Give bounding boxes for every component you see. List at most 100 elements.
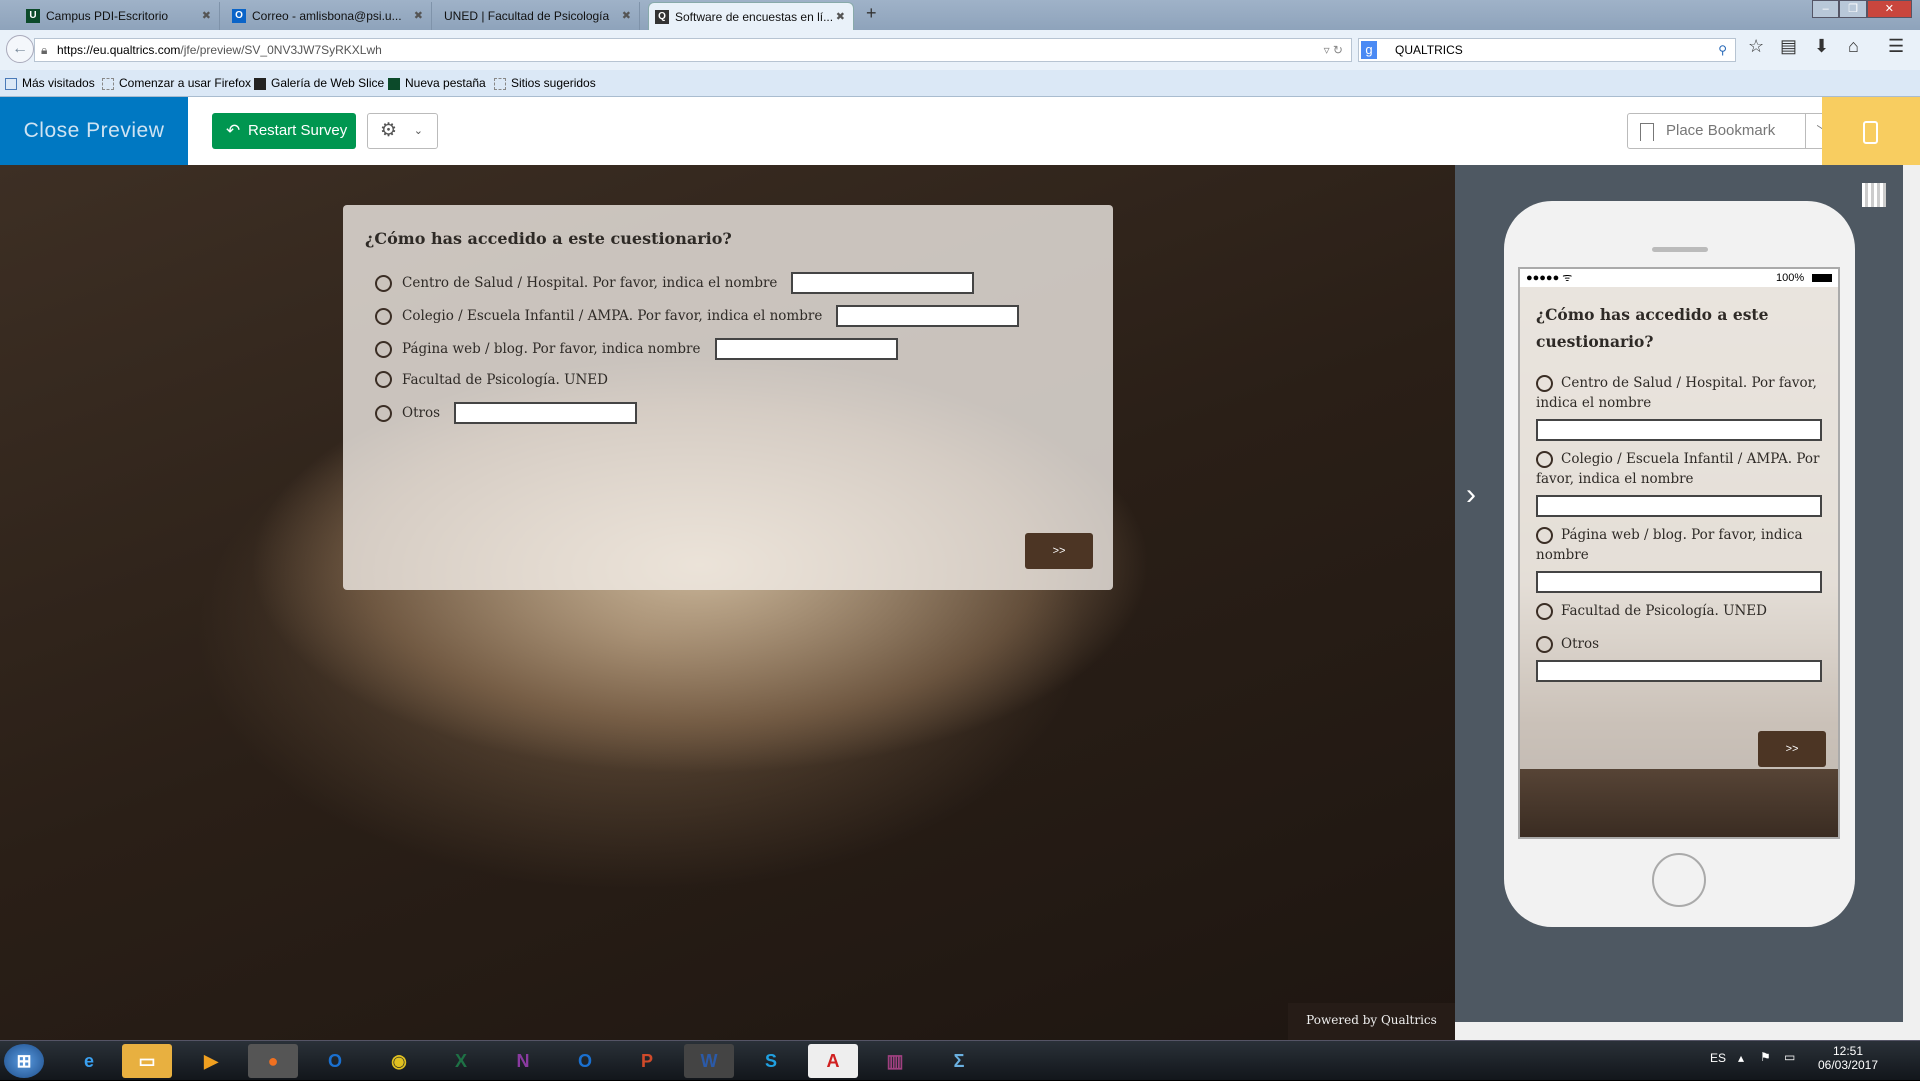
bookmark-web-slice[interactable]: Galería de Web Slice	[254, 70, 384, 96]
text-entry-input[interactable]	[1536, 660, 1822, 682]
close-tab-icon[interactable]: ✖	[414, 2, 423, 30]
outlook-icon-2[interactable]: O	[560, 1044, 610, 1078]
powered-by-qualtrics[interactable]: Powered by Qualtrics	[1288, 1003, 1455, 1040]
option-otros[interactable]: Otros	[1536, 634, 1826, 682]
close-preview-button[interactable]: Close Preview	[0, 97, 188, 165]
close-tab-icon[interactable]: ✖	[622, 2, 631, 30]
system-tray: ES ▴ ⚑ ▭ 12:51 06/03/2017	[1700, 1041, 1890, 1081]
acrobat-icon[interactable]: A	[808, 1044, 858, 1078]
text-entry-input[interactable]	[454, 402, 638, 424]
radio-button[interactable]	[1536, 636, 1553, 653]
winrar-icon[interactable]: ▥	[870, 1044, 920, 1078]
onenote-icon[interactable]: N	[498, 1044, 548, 1078]
powerpoint-icon[interactable]: P	[622, 1044, 672, 1078]
option-colegio[interactable]: Colegio / Escuela Infantil / AMPA. Por f…	[1536, 449, 1826, 517]
option-pagina-web[interactable]: Página web / blog. Por favor, indica nom…	[375, 338, 1095, 360]
firefox-icon[interactable]: ●	[248, 1044, 298, 1078]
media-player-icon[interactable]: ▶	[186, 1044, 236, 1078]
option-centro-salud[interactable]: Centro de Salud / Hospital. Por favor, i…	[1536, 373, 1826, 441]
radio-button[interactable]	[1536, 451, 1553, 468]
excel-icon[interactable]: X	[436, 1044, 486, 1078]
close-window-button[interactable]: ✕	[1866, 0, 1912, 18]
radio-button[interactable]	[375, 274, 392, 292]
text-entry-input[interactable]	[836, 305, 1020, 327]
tab-correo[interactable]: O Correo - amlisbona@psi.u... ✖	[226, 2, 432, 30]
close-tab-icon[interactable]: ✖	[202, 2, 211, 30]
radio-button[interactable]	[375, 371, 392, 388]
horizontal-scrollbar[interactable]	[1455, 1022, 1903, 1040]
mobile-preview-toggle[interactable]	[1822, 97, 1920, 165]
bookmark-nueva-pestana[interactable]: Nueva pestaña	[388, 70, 486, 96]
back-button[interactable]: ←	[6, 35, 34, 63]
skype-icon[interactable]: S	[746, 1044, 796, 1078]
option-label: Página web / blog. Por favor, indica nom…	[402, 341, 701, 357]
home-icon[interactable]: ⌂	[1848, 36, 1872, 57]
bookmark-mas-visitados[interactable]: Más visitados	[5, 70, 95, 96]
option-facultad[interactable]: Facultad de Psicología. UNED	[375, 371, 1095, 388]
word-icon[interactable]: W	[684, 1044, 734, 1078]
close-tab-icon[interactable]: ✖	[836, 3, 845, 31]
text-entry-input[interactable]	[714, 338, 898, 360]
start-button[interactable]: ⊞	[4, 1044, 44, 1078]
chevron-right-icon[interactable]: ›	[1466, 478, 1486, 512]
place-bookmark-button[interactable]: Place Bookmark﹀	[1627, 113, 1840, 149]
outlook-icon[interactable]: O	[310, 1044, 360, 1078]
vertical-scrollbar[interactable]	[1903, 165, 1920, 1040]
radio-button[interactable]	[375, 340, 392, 358]
math-icon[interactable]: Σ	[934, 1044, 984, 1078]
tab-campus[interactable]: U Campus PDI-Escritorio ✖	[20, 2, 220, 30]
action-center-icon[interactable]: ⚑	[1760, 1050, 1774, 1064]
next-button[interactable]: >>	[1025, 533, 1093, 569]
clock[interactable]: 12:51 06/03/2017	[1812, 1044, 1884, 1072]
text-entry-input[interactable]	[1536, 571, 1822, 593]
option-otros[interactable]: Otros	[375, 402, 1095, 424]
menu-icon[interactable]: ☰	[1888, 36, 1912, 57]
qr-code-icon[interactable]	[1862, 183, 1886, 207]
phone-home-button	[1652, 853, 1706, 907]
radio-button[interactable]	[375, 404, 392, 422]
tab-uned[interactable]: UNED | Facultad de Psicología ✖	[432, 2, 640, 30]
new-tab-button[interactable]: +	[866, 3, 882, 24]
search-icon[interactable]: ⚲	[1718, 39, 1727, 61]
network-icon[interactable]: ▭	[1784, 1050, 1798, 1064]
download-icon[interactable]: ⬇	[1814, 36, 1838, 57]
next-button[interactable]: >>	[1758, 731, 1826, 767]
maximize-button[interactable]: ❐	[1839, 0, 1867, 18]
settings-dropdown[interactable]: ⚙ ⌄	[367, 113, 438, 149]
reload-icon[interactable]: ▿ ↻	[1324, 39, 1343, 61]
minimize-button[interactable]: –	[1812, 0, 1840, 18]
google-icon[interactable]: g	[1361, 41, 1377, 59]
option-pagina-web[interactable]: Página web / blog. Por favor, indica nom…	[1536, 525, 1826, 593]
language-indicator[interactable]: ES	[1710, 1051, 1730, 1065]
bookmark-comenzar[interactable]: Comenzar a usar Firefox	[102, 70, 251, 96]
radio-button[interactable]	[1536, 375, 1553, 392]
text-entry-input[interactable]	[1536, 495, 1822, 517]
chrome-icon[interactable]: ◉	[374, 1044, 424, 1078]
text-entry-input[interactable]	[1536, 419, 1822, 441]
bookmark-label: Sitios sugeridos	[511, 76, 596, 90]
file-explorer-icon[interactable]: ▭	[122, 1044, 172, 1078]
option-facultad[interactable]: Facultad de Psicología. UNED	[1536, 601, 1826, 621]
mobile-question-card: ¿Cómo has accedido a este cuestionario? …	[1520, 287, 1838, 769]
option-centro-salud[interactable]: Centro de Salud / Hospital. Por favor, i…	[375, 272, 1095, 294]
windows-taskbar: ⊞ e ▭ ▶ ● O ◉ X N O P W S A ▥ Σ ES ▴ ⚑ ▭…	[0, 1040, 1920, 1080]
phone-screen: ●●●●● ᯤ 100% ¿Cómo has accedido a este cu…	[1518, 267, 1840, 839]
show-hidden-icons[interactable]: ▴	[1738, 1051, 1750, 1065]
radio-button[interactable]	[1536, 527, 1553, 544]
bookmark-sitios-sugeridos[interactable]: Sitios sugeridos	[494, 70, 596, 96]
phone-status-bar: ●●●●● ᯤ 100%	[1520, 269, 1838, 287]
tab-label: Campus PDI-Escritorio	[46, 9, 169, 23]
radio-button[interactable]	[1536, 603, 1553, 620]
option-colegio[interactable]: Colegio / Escuela Infantil / AMPA. Por f…	[375, 305, 1095, 327]
url-bar[interactable]: 🔒︎ https://eu.qualtrics.com/jfe/preview/S…	[34, 38, 1352, 62]
tab-qualtrics[interactable]: Q Software de encuestas en lí... ✖	[648, 2, 854, 30]
reading-list-icon[interactable]: ▤	[1780, 36, 1804, 57]
radio-button[interactable]	[375, 307, 392, 325]
search-bar[interactable]: g QUALTRICS ⚲	[1358, 38, 1736, 62]
option-label: Colegio / Escuela Infantil / AMPA. Por f…	[1536, 451, 1820, 487]
star-icon[interactable]: ☆	[1748, 36, 1772, 57]
internet-explorer-icon[interactable]: e	[64, 1044, 114, 1078]
restart-survey-button[interactable]: ↶ Restart Survey	[212, 113, 356, 149]
undo-icon: ↶	[226, 121, 241, 140]
text-entry-input[interactable]	[791, 272, 975, 294]
